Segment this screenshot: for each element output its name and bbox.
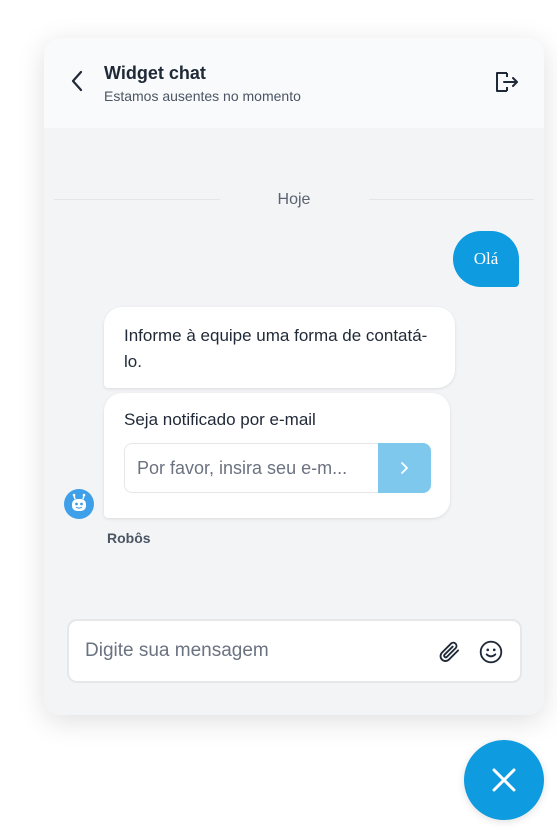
message-composer [67, 619, 522, 683]
email-capture-card: Seja notificado por e-mail [104, 393, 450, 518]
attach-button[interactable] [437, 639, 463, 665]
close-icon [492, 768, 516, 792]
sign-out-icon [496, 72, 518, 92]
bot-message-bubble: Informe à equipe uma forma de contatá-lo… [104, 307, 455, 388]
chat-title: Widget chat [104, 63, 206, 83]
chevron-right-icon [401, 462, 408, 474]
chat-widget: Widget chat Estamos ausentes no momento … [44, 38, 544, 715]
email-submit-button[interactable] [378, 443, 431, 493]
chevron-left-icon [71, 70, 83, 92]
bot-avatar [64, 489, 94, 519]
message-input[interactable] [85, 621, 415, 681]
user-message-bubble: Olá [453, 231, 519, 287]
divider-line-right [369, 199, 534, 200]
date-divider: Hoje [54, 188, 534, 212]
smiley-icon [479, 640, 503, 664]
date-divider-label: Hoje [277, 191, 311, 208]
close-chat-button[interactable] [464, 740, 544, 820]
back-button[interactable] [66, 69, 90, 93]
paperclip-icon [439, 641, 460, 662]
robot-icon [72, 493, 86, 511]
chat-header: Widget chat Estamos ausentes no momento [44, 38, 544, 128]
exit-chat-button[interactable] [494, 70, 520, 94]
chat-status-subtitle: Estamos ausentes no momento [104, 88, 301, 104]
email-capture-label: Seja notificado por e-mail [124, 410, 316, 429]
emoji-button[interactable] [478, 639, 504, 665]
email-input[interactable] [124, 443, 379, 493]
bot-name-label: Robôs [107, 530, 151, 546]
